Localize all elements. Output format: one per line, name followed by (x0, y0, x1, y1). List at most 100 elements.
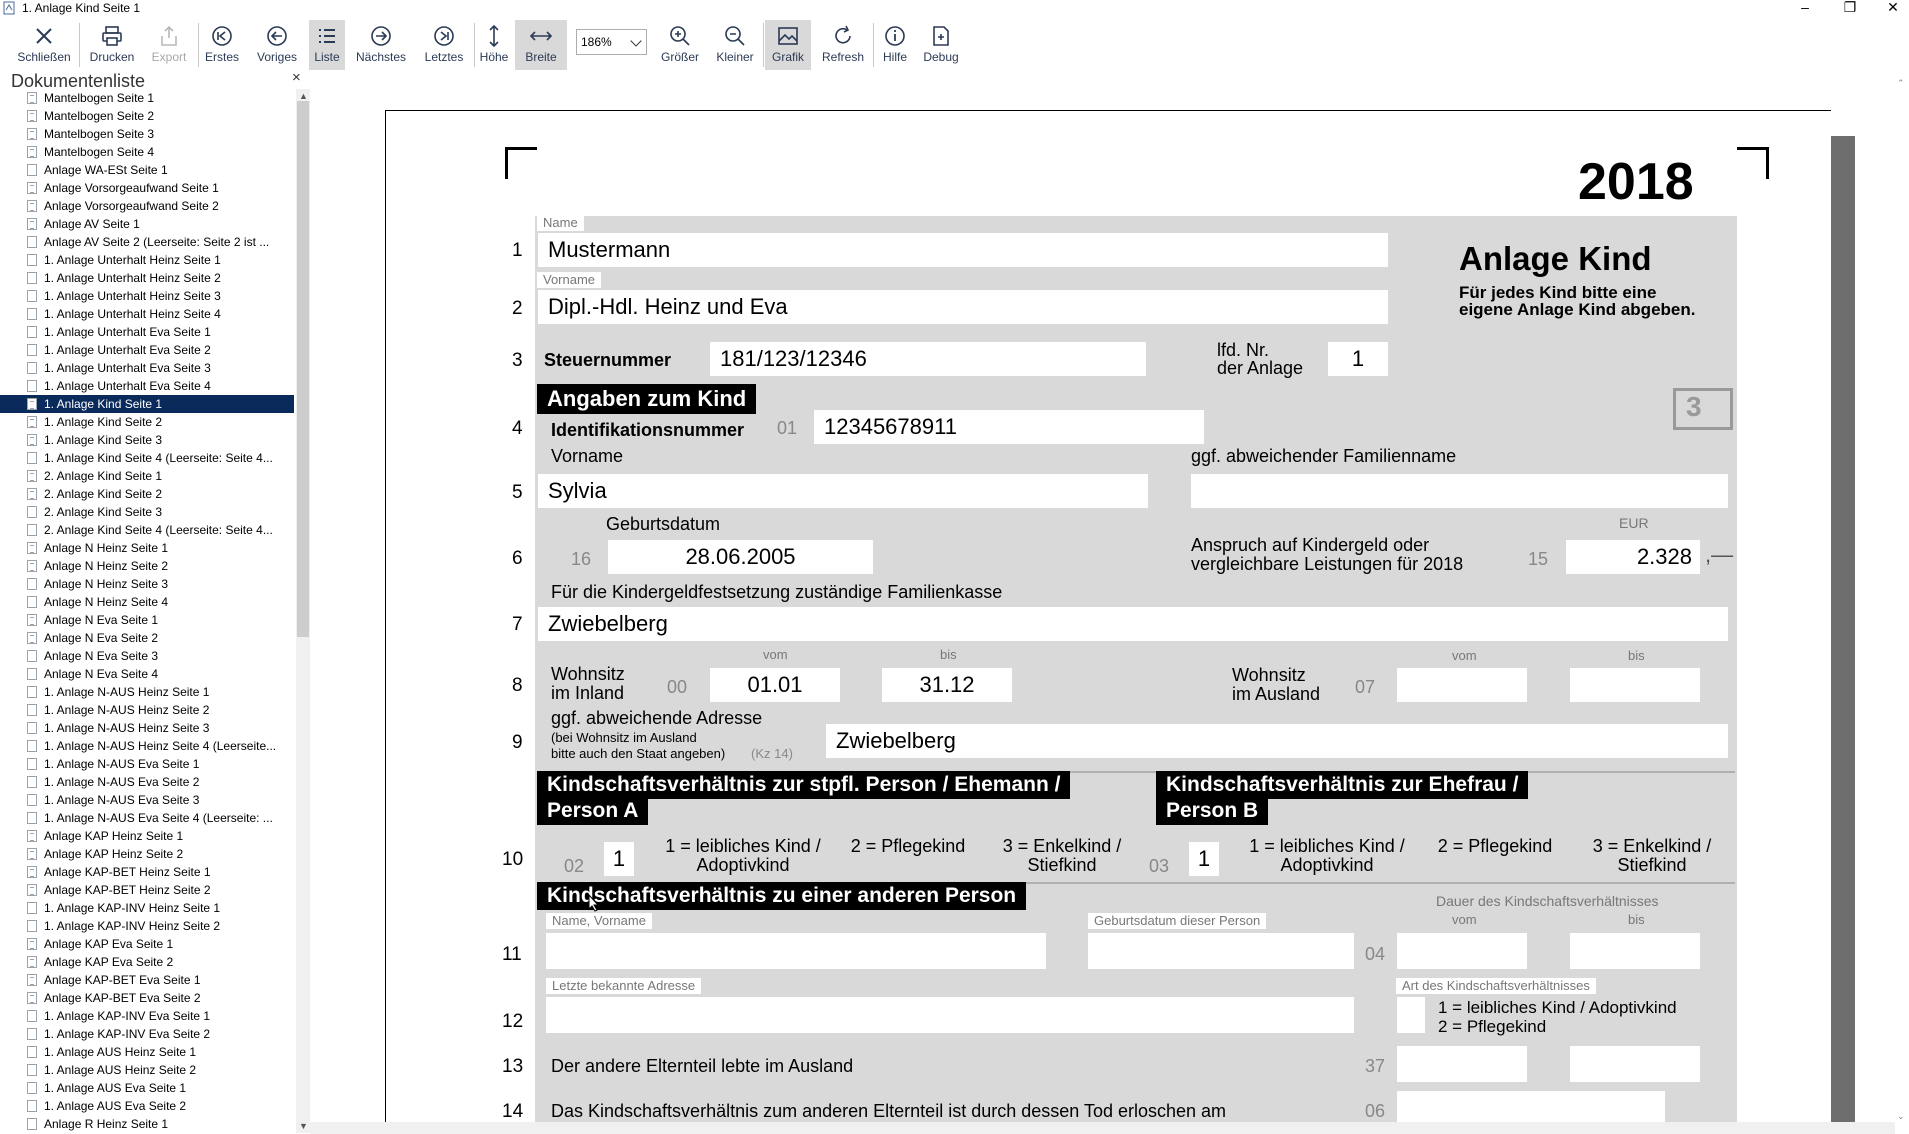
kindschaft-b-field[interactable]: 1 (1189, 842, 1219, 876)
name-field[interactable]: Mustermann (538, 233, 1388, 267)
doclist-item[interactable]: Anlage KAP-BET Eva Seite 1 (0, 971, 294, 989)
zoom-select[interactable]: 186% (576, 29, 647, 55)
doclist-item[interactable]: Anlage N Heinz Seite 1 (0, 539, 294, 557)
last-button[interactable]: Letztes (419, 20, 469, 70)
inland-vom-field[interactable]: 01.01 (710, 668, 840, 702)
scroll-up-icon[interactable]: ⌃ (1897, 78, 1905, 89)
doclist-item[interactable]: Anlage KAP-BET Heinz Seite 2 (0, 881, 294, 899)
first-button[interactable]: Erstes (200, 20, 244, 70)
doclist-item[interactable]: 1. Anlage Unterhalt Heinz Seite 4 (0, 305, 294, 323)
ausland-bis-field[interactable] (1570, 1046, 1700, 1082)
scroll-up-icon[interactable]: ▲ (299, 91, 308, 101)
zoom-out-button[interactable]: Kleiner (711, 20, 759, 70)
doclist-item[interactable]: Mantelbogen Seite 2 (0, 107, 294, 125)
debug-button[interactable]: Debug (919, 20, 963, 70)
doclist-item[interactable]: 1. Anlage AUS Heinz Seite 2 (0, 1061, 294, 1079)
ausland-vom-field[interactable] (1397, 1046, 1527, 1082)
doclist-item[interactable]: Anlage N Heinz Seite 4 (0, 593, 294, 611)
next-button[interactable]: Nächstes (352, 20, 410, 70)
dauer-vom-field[interactable] (1397, 933, 1527, 969)
doclist-item[interactable]: 2. Anlage Kind Seite 2 (0, 485, 294, 503)
id-field[interactable]: 12345678911 (814, 410, 1204, 444)
doclist-item[interactable]: Anlage KAP Eva Seite 2 (0, 953, 294, 971)
andere-person-geburtsdatum-field[interactable] (1088, 933, 1354, 969)
doclist-item[interactable]: 1. Anlage N-AUS Eva Seite 2 (0, 773, 294, 791)
doclist-item[interactable]: 1. Anlage AUS Heinz Seite 1 (0, 1043, 294, 1061)
graphic-button[interactable]: Grafik (765, 20, 811, 70)
vorname-field[interactable]: Dipl.-Hdl. Heinz und Eva (538, 290, 1388, 324)
list-button[interactable]: Liste (309, 20, 345, 70)
export-button[interactable]: Export (143, 20, 195, 70)
inland-bis-field[interactable]: 31.12 (882, 668, 1012, 702)
kindschaft-a-field[interactable]: 1 (604, 842, 634, 876)
doclist-item[interactable]: 1. Anlage N-AUS Heinz Seite 1 (0, 683, 294, 701)
doclist-item[interactable]: Anlage N Eva Seite 2 (0, 629, 294, 647)
doclist-item[interactable]: 1. Anlage Unterhalt Heinz Seite 3 (0, 287, 294, 305)
doclist-item[interactable]: Anlage N Eva Seite 1 (0, 611, 294, 629)
doclist-item[interactable]: 1. Anlage Unterhalt Eva Seite 2 (0, 341, 294, 359)
doclist-item[interactable]: Anlage N Heinz Seite 3 (0, 575, 294, 593)
doclist-item[interactable]: Anlage KAP-BET Eva Seite 2 (0, 989, 294, 1007)
doclist-item[interactable]: 1. Anlage Kind Seite 2 (0, 413, 294, 431)
doclist-item[interactable]: 1. Anlage Unterhalt Heinz Seite 2 (0, 269, 294, 287)
doclist-item[interactable]: Anlage N Eva Seite 3 (0, 647, 294, 665)
letzte-adresse-field[interactable] (546, 997, 1354, 1033)
andere-person-name-field[interactable] (546, 933, 1046, 969)
doclist-item[interactable]: 1. Anlage KAP-INV Heinz Seite 1 (0, 899, 294, 917)
tod-datum-field[interactable] (1397, 1091, 1665, 1122)
doclist-item[interactable]: 2. Anlage Kind Seite 4 (Leerseite: Seite… (0, 521, 294, 539)
close-panel-icon[interactable]: × (292, 69, 301, 86)
doclist-item[interactable]: 1. Anlage Unterhalt Eva Seite 1 (0, 323, 294, 341)
previous-button[interactable]: Voriges (251, 20, 303, 70)
anspruch-field[interactable]: 2.328 (1566, 540, 1700, 574)
adresse-field[interactable]: Zwiebelberg (826, 724, 1728, 758)
art-field[interactable] (1397, 997, 1425, 1033)
doclist-item[interactable]: 1. Anlage Unterhalt Heinz Seite 1 (0, 251, 294, 269)
doclist-item[interactable]: Anlage Vorsorgeaufwand Seite 2 (0, 197, 294, 215)
doclist-item[interactable]: Anlage WA-ESt Seite 1 (0, 161, 294, 179)
close-window-button[interactable]: ✕ (1875, 0, 1909, 17)
fit-width-button[interactable]: Breite (515, 20, 567, 70)
doclist-item[interactable]: 1. Anlage AUS Eva Seite 1 (0, 1079, 294, 1097)
doclist-item[interactable]: 1. Anlage N-AUS Heinz Seite 3 (0, 719, 294, 737)
doclist-item[interactable]: 1. Anlage N-AUS Heinz Seite 2 (0, 701, 294, 719)
steuernummer-field[interactable]: 181/123/12346 (710, 342, 1146, 376)
familienname-field[interactable] (1191, 474, 1728, 508)
scroll-thumb[interactable] (297, 101, 309, 637)
lfd-field[interactable]: 1 (1328, 342, 1388, 376)
doclist-item[interactable]: Anlage KAP-BET Heinz Seite 1 (0, 863, 294, 881)
refresh-button[interactable]: Refresh (818, 20, 868, 70)
doclist-item[interactable]: Anlage KAP Eva Seite 1 (0, 935, 294, 953)
help-button[interactable]: Hilfe (878, 20, 912, 70)
doclist-item[interactable]: Anlage Vorsorgeaufwand Seite 1 (0, 179, 294, 197)
doclist-item[interactable]: 1. Anlage Unterhalt Eva Seite 3 (0, 359, 294, 377)
doclist-item[interactable]: Mantelbogen Seite 1 (0, 89, 294, 107)
doclist-item[interactable]: 1. Anlage AUS Eva Seite 2 (0, 1097, 294, 1115)
doclist-item[interactable]: 1. Anlage Kind Seite 4 (Leerseite: Seite… (0, 449, 294, 467)
doclist-item[interactable]: Anlage N Eva Seite 4 (0, 665, 294, 683)
doclist-item[interactable]: Mantelbogen Seite 4 (0, 143, 294, 161)
doclist-item[interactable]: 1. Anlage KAP-INV Eva Seite 1 (0, 1007, 294, 1025)
viewer-scrollbar[interactable]: ⌃ ⌄ (1895, 78, 1909, 1134)
doclist-item[interactable]: 1. Anlage Kind Seite 1 (0, 395, 294, 413)
doclist-item[interactable]: Anlage AV Seite 2 (Leerseite: Seite 2 is… (0, 233, 294, 251)
kind-vorname-field[interactable]: Sylvia (538, 474, 1148, 508)
doclist-item[interactable]: Anlage KAP Heinz Seite 1 (0, 827, 294, 845)
close-button[interactable]: Schließen (14, 20, 74, 70)
scroll-down-icon[interactable]: ▼ (299, 1121, 308, 1131)
doclist-item[interactable]: 1. Anlage Kind Seite 3 (0, 431, 294, 449)
doclist-scrollbar[interactable]: ▲ ▼ (296, 89, 310, 1133)
zoom-in-button[interactable]: Größer (657, 20, 703, 70)
doclist-item[interactable]: 1. Anlage N-AUS Eva Seite 4 (Leerseite: … (0, 809, 294, 827)
scroll-down-icon[interactable]: ⌄ (1897, 1111, 1905, 1122)
doclist-item[interactable]: 1. Anlage Unterhalt Eva Seite 4 (0, 377, 294, 395)
doclist-item[interactable]: Mantelbogen Seite 3 (0, 125, 294, 143)
doclist-item[interactable]: 1. Anlage N-AUS Eva Seite 1 (0, 755, 294, 773)
doclist-item[interactable]: 1. Anlage N-AUS Heinz Seite 4 (Leerseite… (0, 737, 294, 755)
minimize-button[interactable]: – (1787, 0, 1823, 17)
ausland-bis-field[interactable] (1570, 668, 1700, 702)
dauer-bis-field[interactable] (1570, 933, 1700, 969)
doclist-item[interactable]: Anlage R Heinz Seite 1 (0, 1115, 294, 1133)
doclist-item[interactable]: Anlage N Heinz Seite 2 (0, 557, 294, 575)
ausland-vom-field[interactable] (1397, 668, 1527, 702)
